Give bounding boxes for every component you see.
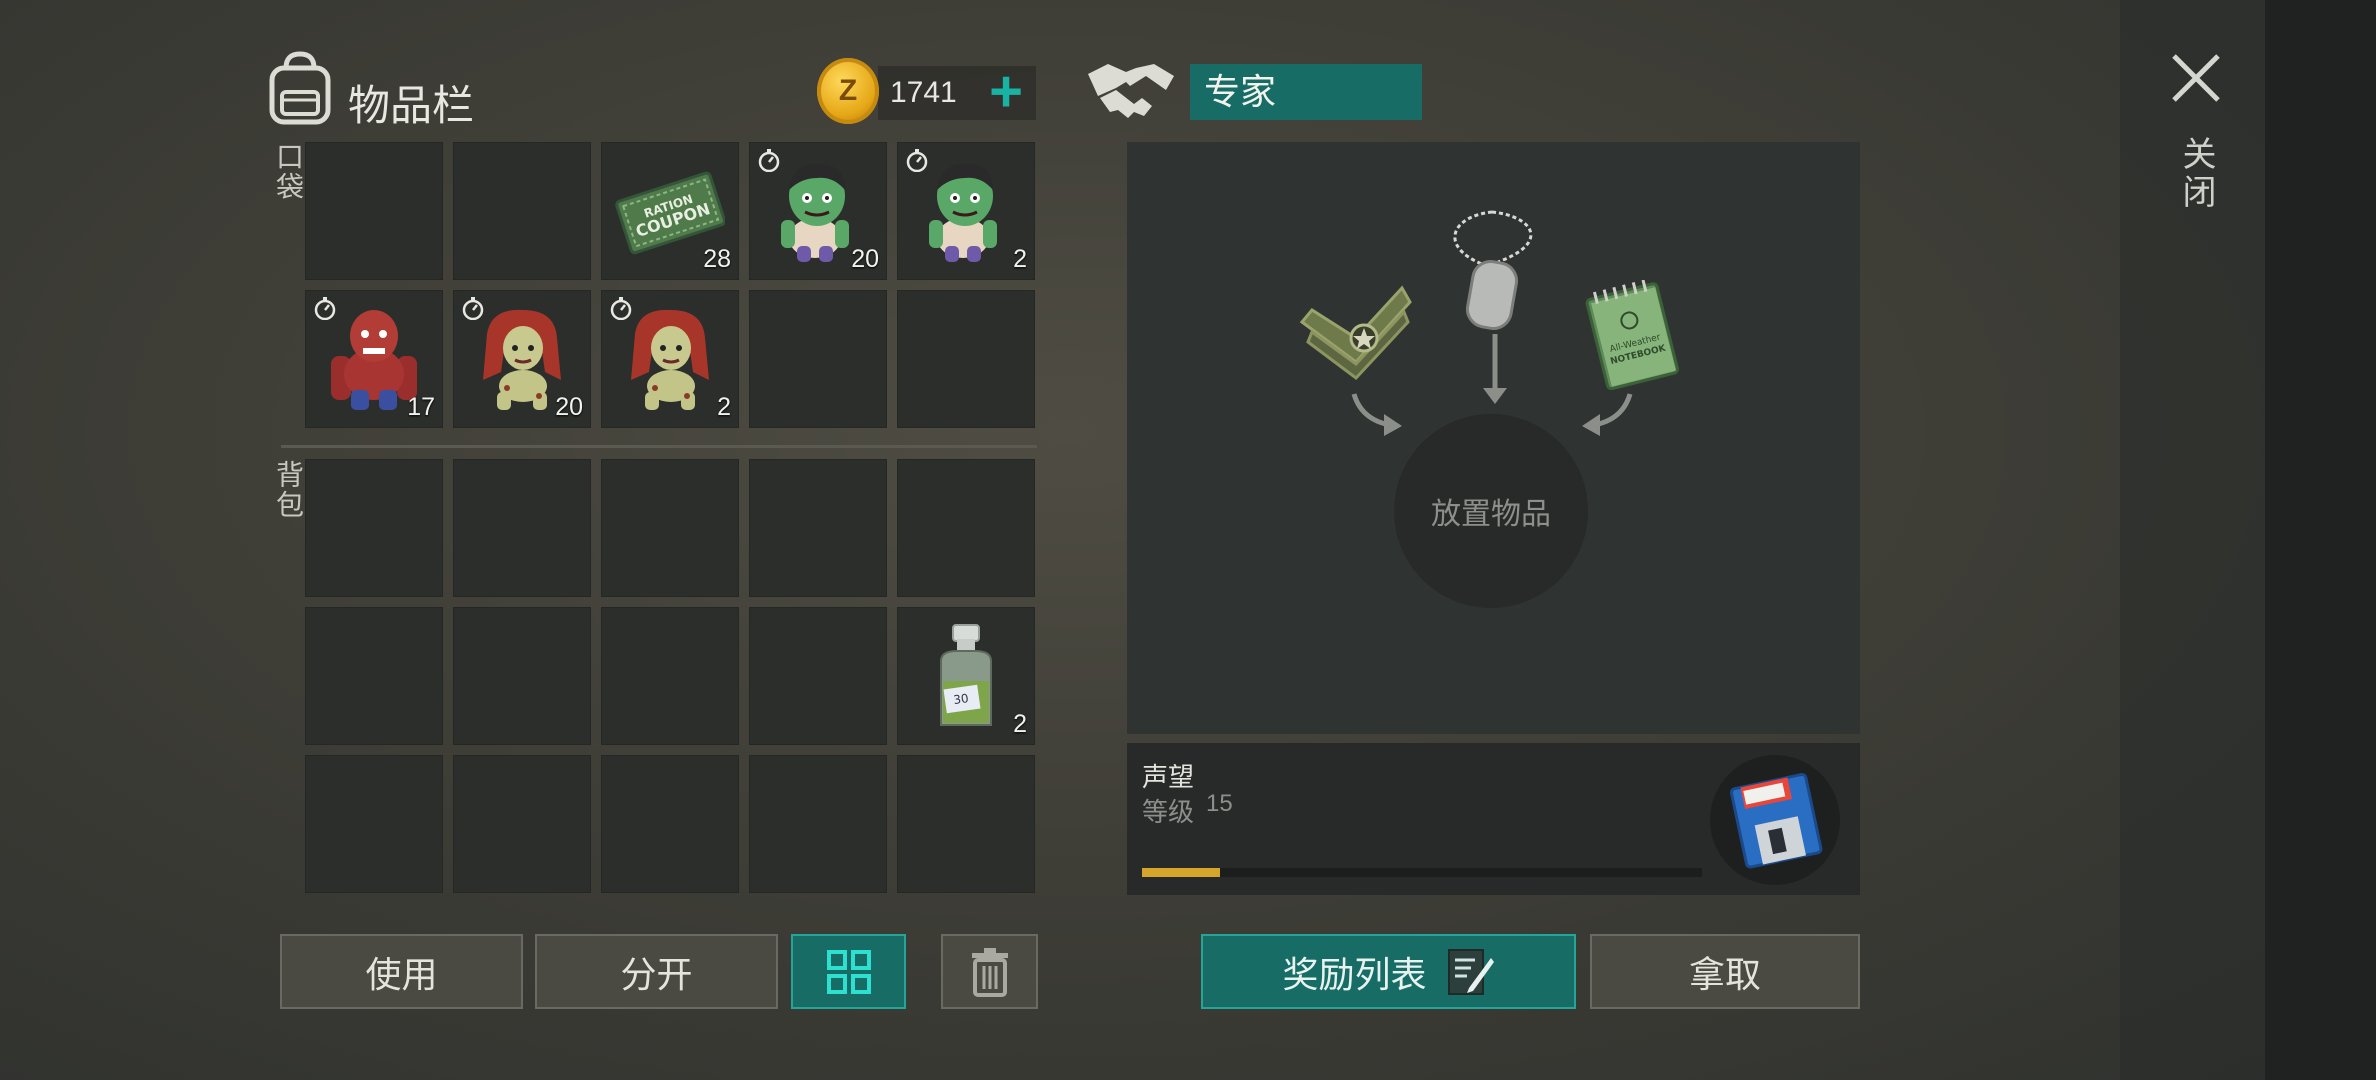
dog-tag-icon <box>1432 206 1552 330</box>
svg-text:30: 30 <box>952 691 969 707</box>
pocket-slot[interactable] <box>453 142 591 280</box>
backpack-slot[interactable] <box>897 459 1035 597</box>
coin-icon: Z <box>817 58 879 124</box>
backpack-slot[interactable] <box>453 459 591 597</box>
backpack-label: 背包 <box>273 460 304 520</box>
right-edge-panel <box>2265 0 2376 1080</box>
chemical-bottle-icon: 30 <box>940 624 992 726</box>
backpack-slot[interactable] <box>453 755 591 893</box>
pocket-slot[interactable] <box>305 142 443 280</box>
green-zombie-doll-icon <box>929 163 997 262</box>
backpack-slot[interactable] <box>749 459 887 597</box>
use-button[interactable]: 使用 <box>280 934 523 1009</box>
item-quantity: 2 <box>717 393 731 421</box>
timer-icon <box>610 297 632 320</box>
timer-icon <box>314 297 336 320</box>
trash-button[interactable] <box>941 934 1038 1009</box>
trash-icon <box>971 947 1008 997</box>
reputation-progress-track <box>1142 868 1702 877</box>
reputation-progress-fill <box>1142 868 1220 877</box>
handshake-icon <box>1086 56 1176 126</box>
pocket-slot[interactable] <box>897 290 1035 428</box>
item-quantity: 20 <box>851 245 879 273</box>
backpack-slot[interactable] <box>305 607 443 745</box>
pocket-slot[interactable]: 20 <box>749 142 887 280</box>
timer-icon <box>906 149 928 172</box>
timer-icon <box>462 297 484 320</box>
edit-list-icon <box>1447 948 1494 995</box>
floppy-disk-icon <box>1729 772 1823 869</box>
backpack-slot[interactable] <box>601 755 739 893</box>
reward-item-slot[interactable] <box>1710 755 1840 885</box>
reward-list-label: 奖励列表 <box>1282 953 1427 995</box>
item-quantity: 2 <box>1013 245 1027 273</box>
pocket-slot[interactable]: 2 <box>601 290 739 428</box>
split-button[interactable]: 分开 <box>535 934 778 1009</box>
backpack-slot[interactable]: 30 2 <box>897 607 1035 745</box>
backpack-slot[interactable] <box>305 755 443 893</box>
pocket-slot[interactable]: 2 <box>897 142 1035 280</box>
reputation-title: 声望 <box>1142 762 1195 792</box>
pocket-slot[interactable] <box>749 290 887 428</box>
section-divider <box>281 445 1037 448</box>
take-button[interactable]: 拿取 <box>1590 934 1860 1009</box>
backpack-icon <box>264 50 336 126</box>
coin-count: 1741 <box>890 76 957 109</box>
pocket-slot[interactable]: 20 <box>453 290 591 428</box>
backpack-slot[interactable] <box>749 607 887 745</box>
item-quantity: 17 <box>407 393 435 421</box>
backpack-slot[interactable] <box>749 755 887 893</box>
pocket-slot[interactable]: RATION COUPON 28 <box>601 142 739 280</box>
inventory-title: 物品栏 <box>348 82 475 129</box>
item-quantity: 28 <box>703 245 731 273</box>
close-icon[interactable] <box>2170 52 2222 104</box>
backpack-slot[interactable] <box>305 459 443 597</box>
drop-item-slot[interactable]: 放置物品 <box>1394 414 1588 608</box>
level-label: 等级 <box>1142 797 1195 827</box>
close-label[interactable]: 关闭 <box>2172 136 2221 212</box>
backpack-slot[interactable] <box>601 607 739 745</box>
backpack-slot[interactable] <box>453 607 591 745</box>
timer-icon <box>758 149 780 172</box>
item-quantity: 2 <box>1013 710 1027 738</box>
trader-name-field[interactable]: 专家 <box>1190 64 1422 120</box>
backpack-slot[interactable] <box>601 459 739 597</box>
add-coins-button[interactable]: + <box>975 62 1037 122</box>
backpack-slot[interactable] <box>897 755 1035 893</box>
level-value: 15 <box>1206 790 1233 817</box>
item-quantity: 20 <box>555 393 583 421</box>
drop-item-text: 放置物品 <box>1431 498 1551 531</box>
pocket-label: 口袋 <box>273 142 304 202</box>
reward-list-button[interactable]: 奖励列表 <box>1201 934 1576 1009</box>
grid-view-button[interactable] <box>791 934 906 1009</box>
grid-icon <box>826 949 871 994</box>
redhair-zombie-doll-icon <box>631 309 709 410</box>
pocket-slot[interactable]: 17 <box>305 290 443 428</box>
